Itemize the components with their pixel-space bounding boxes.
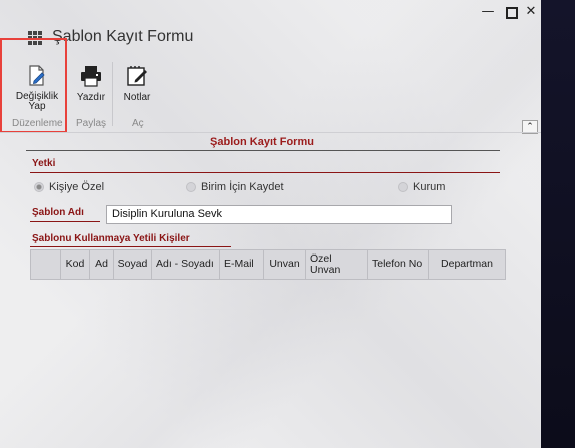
radio-unselected-icon xyxy=(398,182,408,192)
ribbon-divider xyxy=(0,132,541,133)
close-button[interactable]: ✕ xyxy=(521,4,541,20)
maximize-icon xyxy=(506,7,518,19)
persons-grid-header: Kod Ad Soyad Adı - Soyadı E-Mail Unvan Ö… xyxy=(30,249,506,280)
title-bar: Şablon Kayıt Formu — ✕ xyxy=(0,0,541,58)
radio-label: Kurum xyxy=(413,181,446,193)
grid-header-ozel-unvan[interactable]: Özel Unvan xyxy=(306,250,368,279)
grid-header-email[interactable]: E-Mail xyxy=(220,250,264,279)
grid-header-telefon-no[interactable]: Telefon No xyxy=(368,250,429,279)
notes-button-label: Notlar xyxy=(123,92,151,103)
desktop-background xyxy=(541,0,575,448)
print-button[interactable]: Yazdır xyxy=(74,64,108,103)
group-label-open: Aç xyxy=(132,118,144,129)
radio-selected-icon xyxy=(34,182,44,192)
sablon-adi-label: Şablon Adı xyxy=(32,207,84,218)
group-label-share: Paylaş xyxy=(76,118,107,129)
minimize-button[interactable]: — xyxy=(478,4,498,20)
grid-header-departman[interactable]: Departman xyxy=(429,250,505,279)
highlight-box xyxy=(0,38,67,133)
group-separator xyxy=(112,62,113,126)
radio-kisiye-ozel[interactable]: Kişiye Özel xyxy=(34,181,104,193)
radio-label: Kişiye Özel xyxy=(49,181,105,193)
form-title-underline xyxy=(26,150,500,151)
radio-unselected-icon xyxy=(186,182,196,192)
persons-underline xyxy=(30,246,231,247)
sablon-adi-underline xyxy=(30,221,100,222)
radio-kurum[interactable]: Kurum xyxy=(398,181,445,193)
form-title: Şablon Kayıt Formu xyxy=(210,136,314,148)
notes-icon xyxy=(125,64,149,88)
persons-label: Şablonu Kullanmaya Yetili Kişiler xyxy=(32,233,190,244)
maximize-button[interactable] xyxy=(502,4,522,20)
grid-header-adi-soyadi[interactable]: Adı - Soyadı xyxy=(152,250,220,279)
window: Şablon Kayıt Formu — ✕ Değişiklik Yap Ya… xyxy=(0,0,541,448)
notes-button[interactable]: Notlar xyxy=(120,64,154,103)
grid-header-unvan[interactable]: Unvan xyxy=(264,250,306,279)
printer-icon xyxy=(79,64,103,88)
radio-birim-icin-kaydet[interactable]: Birim İçin Kaydet xyxy=(186,181,284,193)
yetki-underline xyxy=(30,172,500,173)
grid-header-kod[interactable]: Kod xyxy=(61,250,90,279)
print-button-label: Yazdır xyxy=(76,92,106,103)
sablon-adi-input[interactable]: Disiplin Kuruluna Sevk xyxy=(106,205,452,224)
grid-header-selector[interactable] xyxy=(31,250,61,279)
yetki-label: Yetki xyxy=(32,158,56,169)
radio-label: Birim İçin Kaydet xyxy=(201,181,284,193)
grid-header-soyad[interactable]: Soyad xyxy=(114,250,152,279)
ribbon: Değişiklik Yap Yazdır Notlar Düzenleme P… xyxy=(0,58,541,134)
window-title: Şablon Kayıt Formu xyxy=(52,28,194,45)
grid-header-ad[interactable]: Ad xyxy=(90,250,114,279)
